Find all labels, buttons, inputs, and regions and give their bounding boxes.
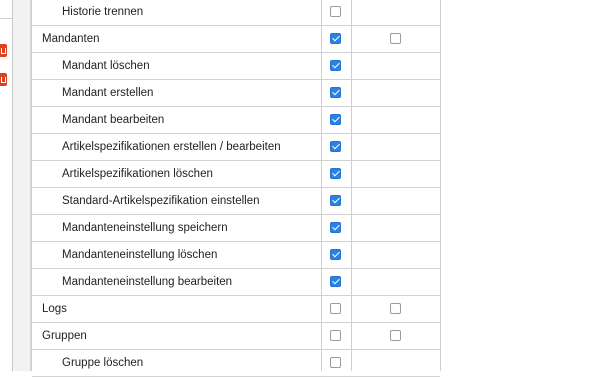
permission-checkbox[interactable] bbox=[330, 87, 341, 98]
permission-label: Gruppe löschen bbox=[62, 357, 144, 369]
permission-checkbox[interactable] bbox=[330, 276, 341, 287]
permission-checkbox[interactable] bbox=[330, 357, 341, 368]
permission-label: Standard-Artikelspezifikation einstellen bbox=[62, 195, 260, 207]
permission-label: Mandanteneinstellung löschen bbox=[62, 249, 218, 261]
permission-label: Mandant erstellen bbox=[62, 87, 154, 99]
permission-checkbox[interactable] bbox=[330, 222, 341, 233]
permission-label: Mandanten bbox=[42, 33, 100, 45]
permissions-table: Historie trennen Mandanten Mandant löschen… bbox=[31, 0, 441, 377]
permission-checkbox[interactable] bbox=[330, 330, 341, 341]
permission-row: Mandant bearbeiten bbox=[32, 107, 440, 134]
permission-label: Artikelspezifikationen erstellen / bearb… bbox=[62, 141, 281, 153]
permission-row: Artikelspezifikationen erstellen / bearb… bbox=[32, 134, 440, 161]
permission-label: Mandanteneinstellung bearbeiten bbox=[62, 276, 233, 288]
delete-icon[interactable] bbox=[0, 73, 7, 86]
permission-row: Artikelspezifikationen löschen bbox=[32, 161, 440, 188]
permission-checkbox[interactable] bbox=[330, 114, 341, 125]
permission-checkbox[interactable] bbox=[330, 303, 341, 314]
permission-checkbox[interactable] bbox=[330, 195, 341, 206]
permission-row: Gruppen bbox=[32, 323, 440, 350]
permission-row: Mandanteneinstellung bearbeiten bbox=[32, 269, 440, 296]
permission-checkbox[interactable] bbox=[330, 141, 341, 152]
permission-label: Gruppen bbox=[42, 330, 87, 342]
left-panel bbox=[0, 0, 13, 371]
permission-label: Mandant löschen bbox=[62, 60, 150, 72]
left-panel-divider bbox=[0, 18, 12, 19]
permission-label: Mandant bearbeiten bbox=[62, 114, 165, 126]
permission-label: Logs bbox=[42, 303, 67, 315]
permission-checkbox-secondary[interactable] bbox=[390, 303, 401, 314]
permission-checkbox[interactable] bbox=[330, 33, 341, 44]
permission-label: Historie trennen bbox=[62, 6, 144, 18]
permission-row: Gruppe löschen bbox=[32, 350, 440, 377]
permission-checkbox-secondary[interactable] bbox=[390, 330, 401, 341]
permission-row: Mandanteneinstellung löschen bbox=[32, 242, 440, 269]
permission-checkbox[interactable] bbox=[330, 60, 341, 71]
permission-row: Standard-Artikelspezifikation einstellen bbox=[32, 188, 440, 215]
permission-checkbox-secondary[interactable] bbox=[390, 33, 401, 44]
permission-row: Mandant löschen bbox=[32, 53, 440, 80]
permission-label: Artikelspezifikationen löschen bbox=[62, 168, 213, 180]
panel-gutter bbox=[13, 0, 31, 371]
permission-row: Mandanteneinstellung speichern bbox=[32, 215, 440, 242]
delete-icon[interactable] bbox=[0, 44, 7, 57]
permission-label: Mandanteneinstellung speichern bbox=[62, 222, 228, 234]
permission-row: Mandant erstellen bbox=[32, 80, 440, 107]
permission-row: Historie trennen bbox=[32, 0, 440, 26]
permission-row: Logs bbox=[32, 296, 440, 323]
permission-checkbox[interactable] bbox=[330, 249, 341, 260]
permission-checkbox[interactable] bbox=[330, 6, 341, 17]
permission-row: Mandanten bbox=[32, 26, 440, 53]
permission-checkbox[interactable] bbox=[330, 168, 341, 179]
